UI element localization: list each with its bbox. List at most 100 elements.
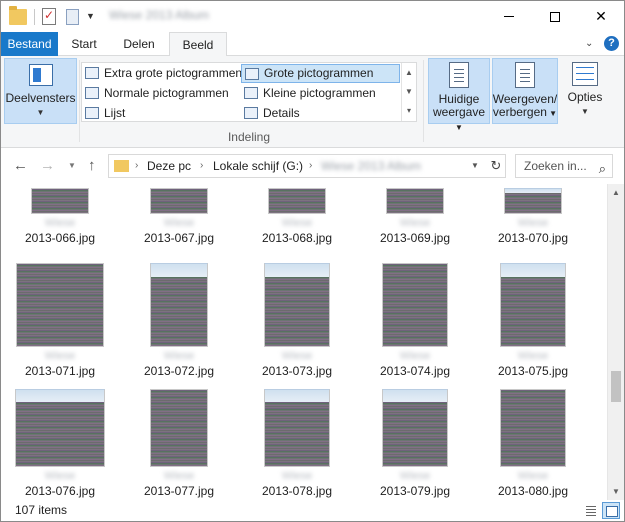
ribbon-separator [423, 60, 424, 142]
tab-beeld[interactable]: Beeld [169, 32, 227, 57]
layout-extra-large-icons[interactable]: Extra grote pictogrammen [82, 64, 242, 83]
file-tile[interactable]: Wiese 2013-066.jpg [10, 184, 110, 247]
status-bar: 107 items [1, 500, 624, 521]
layout-label: Details [263, 106, 300, 120]
refresh-button[interactable]: ↻ [487, 156, 505, 176]
file-tile[interactable]: Wiese 2013-071.jpg [10, 260, 110, 380]
file-tile[interactable]: Wiese 2013-067.jpg [129, 184, 229, 247]
file-caption: Wiese [163, 350, 195, 362]
close-button[interactable]: ✕ [578, 1, 624, 32]
thumbnail-sky [501, 264, 565, 277]
chevron-right-icon[interactable]: › [309, 160, 312, 171]
file-name: 2013-072.jpg [143, 364, 215, 378]
scrollbar-thumb[interactable] [611, 371, 621, 402]
file-tile[interactable]: Wiese 2013-072.jpg [129, 260, 229, 380]
layout-normal-icons[interactable]: Normale pictogrammen [82, 84, 240, 103]
file-caption: Wiese [44, 350, 76, 362]
panes-icon [28, 64, 53, 86]
file-thumbnail [504, 188, 562, 214]
quick-access-dropdown-icon[interactable]: ▼ [86, 11, 95, 30]
layout-label: Grote pictogrammen [264, 66, 374, 80]
minimize-button[interactable] [486, 1, 532, 32]
file-tile[interactable]: Wiese 2013-074.jpg [365, 260, 465, 380]
file-tile[interactable]: Wiese 2013-069.jpg [365, 184, 465, 247]
tab-start[interactable]: Start [58, 32, 110, 56]
details-view-button[interactable] [582, 502, 599, 518]
normal-icons-icon [85, 87, 99, 99]
forward-button[interactable]: → [40, 157, 55, 174]
show-hide-button[interactable]: Weergeven/ verbergen ▼ [492, 62, 558, 120]
help-icon[interactable]: ? [604, 36, 619, 51]
scroll-up-icon[interactable]: ▲ [608, 184, 624, 201]
file-name: 2013-076.jpg [24, 484, 96, 498]
large-icons-view-button[interactable] [602, 502, 620, 519]
properties-icon[interactable] [42, 8, 56, 25]
chevron-down-icon: ▼ [36, 108, 45, 117]
recent-locations-dropdown-icon[interactable]: ▼ [68, 161, 76, 170]
file-explorer-window: ▼ Wiese 2013 Album ✕ Bestand Start Delen… [0, 0, 625, 522]
file-name: 2013-079.jpg [379, 484, 451, 498]
file-tile[interactable]: Wiese 2013-070.jpg [483, 184, 583, 247]
file-tile[interactable]: Wiese 2013-073.jpg [247, 260, 347, 380]
layout-gallery-scroll[interactable]: ▲ ▼ ▾ [401, 63, 416, 121]
current-view-button[interactable]: Huidige weergave ▼ [428, 62, 490, 134]
file-tile[interactable]: Wiese 2013-077.jpg [129, 380, 229, 500]
file-tile[interactable]: Wiese 2013-068.jpg [247, 184, 347, 247]
current-view-label-2: weergave [432, 105, 486, 119]
file-list: Wiese 2013-066.jpg Wiese 2013-067.jpg Wiese 2… [1, 184, 607, 500]
small-icons-icon [244, 87, 258, 99]
file-name: 2013-071.jpg [24, 364, 96, 378]
tab-delen[interactable]: Delen [110, 32, 168, 56]
address-bar[interactable]: › Deze pc › Lokale schijf (G:) › Wiese 2… [108, 154, 506, 178]
breadcrumb-drive[interactable]: Lokale schijf (G:) [213, 159, 303, 173]
file-name: 2013-080.jpg [497, 484, 569, 498]
layout-small-icons[interactable]: Kleine pictogrammen [241, 84, 400, 103]
layout-large-icons[interactable]: Grote pictogrammen [241, 64, 400, 83]
options-button[interactable]: Opties ▼ [560, 62, 610, 118]
file-thumbnail [264, 263, 330, 347]
scroll-down-icon[interactable]: ▼ [402, 82, 416, 101]
file-thumbnail [500, 389, 566, 467]
file-caption: Wiese [163, 470, 195, 482]
search-placeholder: Zoeken in... [524, 159, 587, 173]
thumbnail-sky [265, 390, 329, 402]
file-caption: Wiese [44, 217, 76, 229]
collapse-ribbon-icon[interactable]: ⌄ [585, 38, 593, 49]
file-thumbnail [31, 188, 89, 214]
address-dropdown-icon[interactable]: ▼ [471, 161, 479, 170]
back-button[interactable]: ← [13, 157, 28, 174]
file-tile[interactable]: Wiese 2013-079.jpg [365, 380, 465, 500]
panes-button[interactable]: Deelvensters ▼ [4, 60, 77, 119]
layout-details[interactable]: Details [241, 104, 400, 123]
breadcrumb-folder[interactable]: Wiese 2013 Album [321, 159, 431, 173]
search-box[interactable]: Zoeken in... ⌕ [515, 154, 613, 178]
sort-icon [449, 62, 469, 88]
new-folder-icon[interactable] [66, 9, 79, 25]
file-tile[interactable]: Wiese 2013-080.jpg [483, 380, 583, 500]
gallery-more-icon[interactable]: ▾ [402, 101, 416, 120]
file-tile[interactable]: Wiese 2013-078.jpg [247, 380, 347, 500]
thumbnail-sky [265, 264, 329, 277]
file-thumbnail [15, 389, 105, 467]
file-thumbnail [382, 389, 448, 467]
thumbnail-sky [151, 264, 207, 277]
scroll-up-icon[interactable]: ▲ [402, 63, 416, 82]
panes-label: Deelvensters [5, 91, 76, 105]
group-label-indeling: Indeling [227, 130, 271, 144]
file-tile[interactable]: Wiese 2013-075.jpg [483, 260, 583, 380]
current-view-label-1: Huidige [438, 92, 480, 106]
file-thumbnail [386, 188, 444, 214]
scroll-down-icon[interactable]: ▼ [608, 483, 624, 500]
chevron-right-icon[interactable]: › [200, 160, 203, 171]
maximize-button[interactable] [532, 1, 578, 32]
chevron-right-icon[interactable]: › [135, 160, 138, 171]
large-icons-icon [245, 68, 259, 80]
layout-list[interactable]: Lijst [82, 104, 240, 123]
file-name: 2013-074.jpg [379, 364, 451, 378]
breadcrumb-this-pc[interactable]: Deze pc [147, 159, 191, 173]
tab-bestand[interactable]: Bestand [1, 32, 58, 56]
up-button[interactable]: ↑ [88, 157, 96, 174]
file-thumbnail [150, 389, 208, 467]
vertical-scrollbar[interactable]: ▲ ▼ [607, 184, 624, 500]
file-tile[interactable]: Wiese 2013-076.jpg [10, 380, 110, 500]
